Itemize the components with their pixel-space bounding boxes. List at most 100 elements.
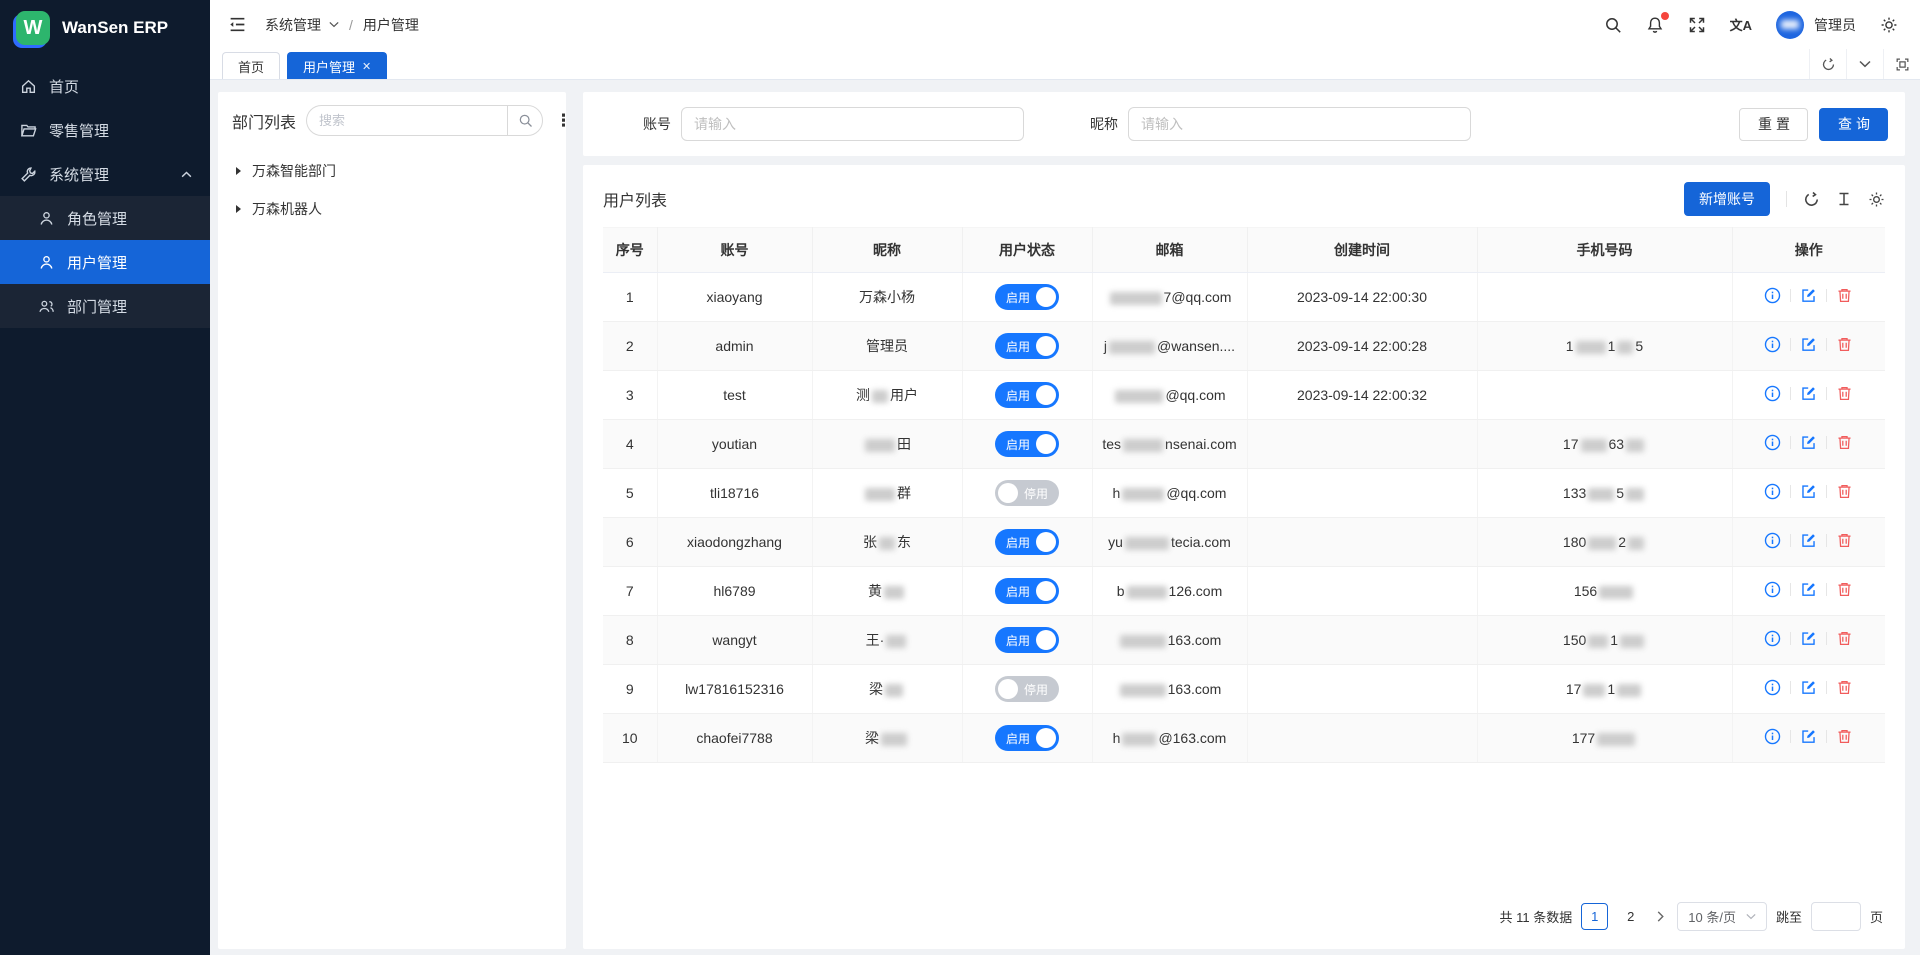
add-account-button[interactable]: 新增账号: [1684, 182, 1770, 216]
sidebar-item-roles[interactable]: 角色管理: [0, 196, 210, 240]
breadcrumb-parent[interactable]: 系统管理: [265, 15, 321, 35]
search-button[interactable]: 查询: [1819, 108, 1888, 141]
reset-button[interactable]: 重置: [1739, 108, 1808, 141]
text-height-icon[interactable]: [1836, 191, 1852, 207]
sidebar-item-label: 部门管理: [67, 296, 127, 317]
status-toggle[interactable]: 停用: [995, 676, 1059, 702]
edit-icon[interactable]: [1800, 728, 1817, 745]
avatar[interactable]: [1776, 11, 1804, 39]
page-size-select[interactable]: 10 条/页: [1677, 902, 1767, 931]
info-icon[interactable]: [1764, 434, 1781, 451]
cell-actions: [1732, 420, 1885, 469]
edit-icon[interactable]: [1800, 287, 1817, 304]
delete-icon[interactable]: [1836, 336, 1853, 353]
user-table: 序号账号昵称用户状态邮箱创建时间手机号码操作 1xiaoyang万森小杨启用7@…: [603, 227, 1885, 763]
sidebar-item-departments[interactable]: 部门管理: [0, 284, 210, 328]
delete-icon[interactable]: [1836, 679, 1853, 696]
info-icon[interactable]: [1764, 728, 1781, 745]
sidebar-item-retail[interactable]: 零售管理: [0, 108, 210, 152]
user-name[interactable]: 管理员: [1814, 15, 1856, 35]
page-button-1[interactable]: 1: [1581, 903, 1608, 930]
status-toggle[interactable]: 启用: [995, 627, 1059, 653]
tab-users[interactable]: 用户管理 ✕: [287, 52, 387, 79]
edit-icon[interactable]: [1800, 581, 1817, 598]
tree-item[interactable]: 万森智能部门: [232, 152, 552, 190]
department-search-input[interactable]: [306, 105, 507, 136]
status-toggle[interactable]: 启用: [995, 382, 1059, 408]
info-icon[interactable]: [1764, 532, 1781, 549]
sidebar-item-label: 用户管理: [67, 252, 127, 273]
caret-right-icon[interactable]: [236, 205, 241, 213]
edit-icon[interactable]: [1800, 434, 1817, 451]
table-row: 10chaofei7788梁启用h@163.com177: [603, 714, 1885, 763]
caret-right-icon[interactable]: [236, 167, 241, 175]
delete-icon[interactable]: [1836, 434, 1853, 451]
tree-item[interactable]: 万森机器人: [232, 190, 552, 228]
bell-icon[interactable]: [1646, 16, 1664, 34]
maximize-icon[interactable]: [1883, 49, 1920, 79]
edit-icon[interactable]: [1800, 483, 1817, 500]
tab-home[interactable]: 首页: [222, 52, 280, 79]
delete-icon[interactable]: [1836, 483, 1853, 500]
status-toggle[interactable]: 启用: [995, 578, 1059, 604]
collapse-sidebar-icon[interactable]: [228, 15, 247, 34]
tree-item-label: 万森机器人: [252, 199, 322, 219]
info-icon[interactable]: [1764, 679, 1781, 696]
cell-phone: 156: [1477, 567, 1732, 616]
search-icon[interactable]: [1604, 16, 1622, 34]
wrench-icon: [20, 166, 37, 183]
search-icon[interactable]: [507, 105, 543, 136]
sidebar-item-system[interactable]: 系统管理: [0, 152, 210, 196]
cell-nickname: 田: [812, 420, 962, 469]
sidebar-item-home[interactable]: 首页: [0, 64, 210, 108]
breadcrumb: 系统管理 / 用户管理: [265, 15, 419, 35]
info-icon[interactable]: [1764, 483, 1781, 500]
chevron-down-icon[interactable]: [1846, 49, 1883, 79]
info-icon[interactable]: [1764, 581, 1781, 598]
status-toggle[interactable]: 启用: [995, 284, 1059, 310]
info-icon[interactable]: [1764, 385, 1781, 402]
refresh-icon[interactable]: [1809, 49, 1846, 79]
edit-icon[interactable]: [1800, 385, 1817, 402]
cell-phone: [1477, 371, 1732, 420]
account-input[interactable]: [681, 107, 1024, 141]
kebab-menu-icon[interactable]: ⋮: [553, 111, 573, 131]
delete-icon[interactable]: [1836, 630, 1853, 647]
close-icon[interactable]: ✕: [362, 60, 371, 73]
nickname-input[interactable]: [1128, 107, 1471, 141]
breadcrumb-separator: /: [349, 17, 353, 33]
info-icon[interactable]: [1764, 287, 1781, 304]
refresh-icon[interactable]: [1803, 191, 1820, 208]
delete-icon[interactable]: [1836, 728, 1853, 745]
delete-icon[interactable]: [1836, 532, 1853, 549]
status-toggle[interactable]: 停用: [995, 480, 1059, 506]
redacted-blur: [885, 684, 903, 697]
delete-icon[interactable]: [1836, 385, 1853, 402]
status-toggle[interactable]: 启用: [995, 333, 1059, 359]
cell-account: admin: [657, 322, 812, 371]
delete-icon[interactable]: [1836, 581, 1853, 598]
settings-icon[interactable]: [1868, 191, 1885, 208]
settings-icon[interactable]: [1880, 16, 1898, 34]
divider: [1786, 191, 1787, 207]
info-icon[interactable]: [1764, 336, 1781, 353]
edit-icon[interactable]: [1800, 630, 1817, 647]
page-button-2[interactable]: 2: [1617, 903, 1644, 930]
delete-icon[interactable]: [1836, 287, 1853, 304]
jump-page-input[interactable]: [1811, 902, 1861, 931]
sidebar-item-users[interactable]: 用户管理: [0, 240, 210, 284]
edit-icon[interactable]: [1800, 532, 1817, 549]
cell-created: 2023-09-14 22:00:32: [1247, 371, 1477, 420]
sidebar-item-label: 系统管理: [49, 164, 109, 185]
info-icon[interactable]: [1764, 630, 1781, 647]
edit-icon[interactable]: [1800, 679, 1817, 696]
status-toggle[interactable]: 启用: [995, 725, 1059, 751]
status-toggle[interactable]: 启用: [995, 431, 1059, 457]
next-page-icon[interactable]: [1653, 911, 1668, 922]
edit-icon[interactable]: [1800, 336, 1817, 353]
sidebar-item-label: 零售管理: [49, 120, 109, 141]
sidebar-item-label: 角色管理: [67, 208, 127, 229]
translate-icon[interactable]: 文A: [1730, 15, 1752, 34]
status-toggle[interactable]: 启用: [995, 529, 1059, 555]
fullscreen-icon[interactable]: [1688, 16, 1706, 34]
